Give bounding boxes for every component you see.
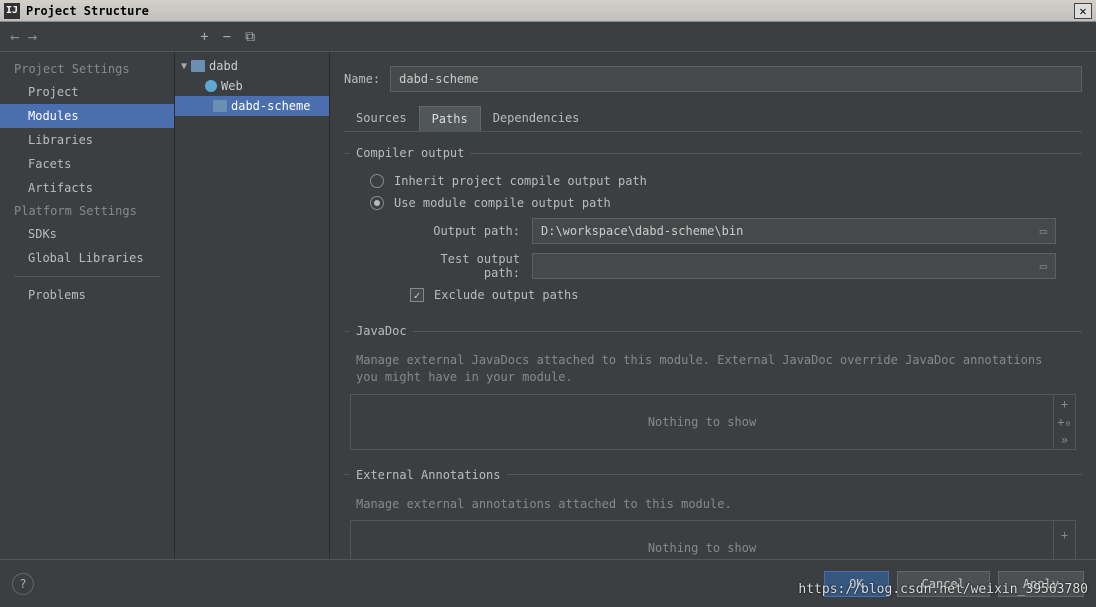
- remove-icon[interactable]: −: [1054, 548, 1075, 559]
- radio-label: Use module compile output path: [394, 196, 611, 210]
- project-settings-heading: Project Settings: [0, 58, 174, 80]
- compiler-legend: Compiler output: [350, 146, 470, 160]
- output-path-input[interactable]: D:\workspace\dabd-scheme\bin ▭: [532, 218, 1056, 244]
- tree-label: dabd-scheme: [231, 99, 310, 113]
- radio-use-module[interactable]: Use module compile output path: [350, 192, 1076, 214]
- sidebar-item-facets[interactable]: Facets: [0, 152, 174, 176]
- radio-inherit[interactable]: Inherit project compile output path: [350, 170, 1076, 192]
- annotations-desc: Manage external annotations attached to …: [350, 492, 1076, 517]
- window-title: Project Structure: [26, 4, 149, 18]
- sidebar-item-global-libs[interactable]: Global Libraries: [0, 246, 174, 270]
- add-url-icon[interactable]: +₀: [1054, 413, 1075, 431]
- sidebar-item-libraries[interactable]: Libraries: [0, 128, 174, 152]
- module-tree: ▼ dabd Web dabd-scheme: [175, 52, 330, 559]
- sidebar-item-problems[interactable]: Problems: [0, 283, 174, 307]
- help-button[interactable]: ?: [12, 573, 34, 595]
- folder-icon: [213, 100, 227, 112]
- back-icon[interactable]: ←: [10, 27, 20, 46]
- apply-button[interactable]: Apply: [998, 571, 1084, 597]
- empty-placeholder: Nothing to show: [351, 521, 1053, 559]
- web-icon: [205, 80, 217, 92]
- output-path-value: D:\workspace\dabd-scheme\bin: [541, 224, 743, 238]
- add-icon[interactable]: +: [1054, 395, 1075, 413]
- sidebar-item-modules[interactable]: Modules: [0, 104, 174, 128]
- add-icon[interactable]: +: [1054, 521, 1075, 548]
- tab-dependencies[interactable]: Dependencies: [481, 106, 592, 131]
- tree-label: dabd: [209, 59, 238, 73]
- content-pane: Name: Sources Paths Dependencies Compile…: [330, 52, 1096, 559]
- tab-paths[interactable]: Paths: [419, 106, 481, 132]
- add-icon[interactable]: +: [200, 29, 208, 45]
- compiler-output-section: Compiler output Inherit project compile …: [344, 146, 1082, 310]
- checkbox-icon: ✓: [410, 288, 424, 302]
- tree-label: Web: [221, 79, 243, 93]
- divider: [14, 276, 160, 277]
- chevron-down-icon: ▼: [181, 61, 187, 72]
- javadoc-section: JavaDoc Manage external JavaDocs attache…: [344, 324, 1082, 454]
- radio-label: Inherit project compile output path: [394, 174, 647, 188]
- copy-icon[interactable]: ⧉: [245, 29, 255, 45]
- exclude-checkbox[interactable]: ✓ Exclude output paths: [350, 284, 1076, 306]
- app-icon: IJ: [4, 3, 20, 19]
- ok-button[interactable]: OK: [824, 571, 888, 597]
- sidebar-item-artifacts[interactable]: Artifacts: [0, 176, 174, 200]
- tree-node-module[interactable]: dabd-scheme: [175, 96, 329, 116]
- javadoc-legend: JavaDoc: [350, 324, 413, 338]
- checkbox-label: Exclude output paths: [434, 288, 579, 302]
- browse-icon[interactable]: ▭: [1040, 259, 1047, 273]
- titlebar: IJ Project Structure ✕: [0, 0, 1096, 22]
- tree-node-root[interactable]: ▼ dabd: [175, 56, 329, 76]
- empty-placeholder: Nothing to show: [351, 395, 1053, 449]
- footer: ? OK Cancel Apply: [0, 559, 1096, 607]
- forward-icon[interactable]: →: [28, 27, 38, 46]
- remove-icon[interactable]: −: [223, 29, 231, 45]
- radio-icon: [370, 196, 384, 210]
- folder-icon: [191, 60, 205, 72]
- close-icon[interactable]: ✕: [1074, 3, 1092, 19]
- radio-icon: [370, 174, 384, 188]
- name-input[interactable]: [390, 66, 1082, 92]
- tabs: Sources Paths Dependencies: [344, 106, 1082, 132]
- javadoc-list: Nothing to show + +₀ »: [350, 394, 1076, 450]
- expand-icon[interactable]: »: [1054, 431, 1075, 449]
- sidebar-item-sdks[interactable]: SDKs: [0, 222, 174, 246]
- name-label: Name:: [344, 72, 380, 86]
- cancel-button[interactable]: Cancel: [897, 571, 990, 597]
- test-output-label: Test output path:: [410, 252, 520, 280]
- tab-sources[interactable]: Sources: [344, 106, 419, 131]
- javadoc-desc: Manage external JavaDocs attached to thi…: [350, 348, 1076, 390]
- sidebar-item-project[interactable]: Project: [0, 80, 174, 104]
- test-output-input[interactable]: ▭: [532, 253, 1056, 279]
- annotations-section: External Annotations Manage external ann…: [344, 468, 1082, 559]
- platform-settings-heading: Platform Settings: [0, 200, 174, 222]
- browse-icon[interactable]: ▭: [1040, 224, 1047, 238]
- annotations-list: Nothing to show + −: [350, 520, 1076, 559]
- sidebar: Project Settings Project Modules Librari…: [0, 52, 175, 559]
- output-path-label: Output path:: [410, 224, 520, 238]
- tree-node-web[interactable]: Web: [175, 76, 329, 96]
- toolbar: ← → + − ⧉: [0, 22, 1096, 52]
- annotations-legend: External Annotations: [350, 468, 507, 482]
